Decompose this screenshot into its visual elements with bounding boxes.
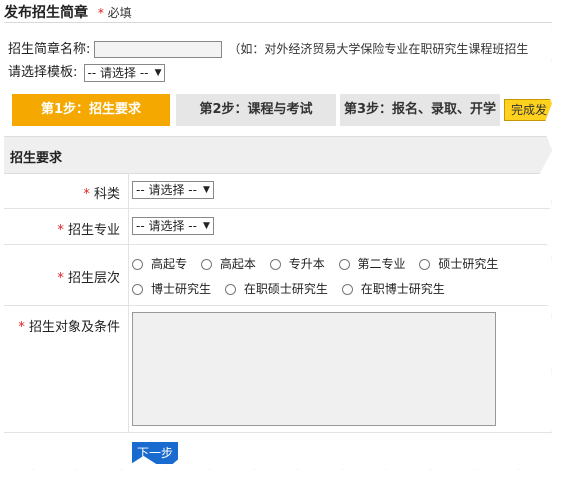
level-radio-6[interactable]: 在职硕士研究生 bbox=[224, 280, 328, 297]
level-row: * 招生层次 高起专 高起本 专升本 第二专业 硕士研究生 博士研究生 在职硕士… bbox=[4, 245, 552, 306]
radio-icon bbox=[132, 284, 143, 295]
required-mark: * bbox=[18, 320, 25, 335]
major-label-text: 招生专业 bbox=[67, 223, 120, 238]
tab-step-1[interactable]: 第1步：招生要求 bbox=[12, 94, 170, 126]
required-mark: * bbox=[57, 271, 64, 286]
name-hint: （如：对外经济贸易大学保险专业在职研究生课程班招生 bbox=[228, 42, 529, 56]
required-mark: * bbox=[97, 6, 104, 20]
level-radio-1[interactable]: 高起本 bbox=[200, 255, 256, 272]
major-select[interactable]: -- 请选择 -- ▼ bbox=[132, 217, 214, 235]
level-radio-3[interactable]: 第二专业 bbox=[338, 255, 406, 272]
finish-button[interactable]: 完成发 bbox=[504, 99, 552, 121]
brochure-name-input[interactable] bbox=[94, 41, 223, 58]
tab-step-2[interactable]: 第2步：课程与考试 bbox=[176, 94, 336, 126]
level-radio-5[interactable]: 博士研究生 bbox=[132, 280, 211, 297]
section-title: 招生要求 bbox=[10, 151, 63, 166]
subject-row: * 科类 -- 请选择 -- ▼ bbox=[4, 173, 552, 209]
subject-label: * 科类 bbox=[83, 183, 120, 202]
subject-select-value: -- 请选择 -- bbox=[136, 183, 197, 197]
major-field: -- 请选择 -- ▼ bbox=[132, 217, 214, 235]
conditions-label: * 招生对象及条件 bbox=[18, 316, 120, 335]
subject-label-cell: * 科类 bbox=[4, 173, 129, 208]
level-options: 高起专 高起本 专升本 第二专业 硕士研究生 博士研究生 在职硕士研究生 在职博… bbox=[132, 255, 552, 297]
conditions-textarea[interactable] bbox=[132, 312, 496, 426]
tab-step-3[interactable]: 第3步：报名、录取、开学 bbox=[340, 94, 500, 126]
radio-icon bbox=[269, 259, 281, 270]
major-label-cell: * 招生专业 bbox=[4, 209, 129, 244]
radio-icon bbox=[224, 284, 236, 295]
publish-form-page: 发布招生简章 * 必填 招生简章名称: （如：对外经济贸易大学保险专业在职研究生课… bbox=[0, 0, 552, 470]
required-text: 必填 bbox=[107, 6, 132, 20]
chevron-down-icon: ▼ bbox=[203, 221, 210, 231]
major-select-value: -- 请选择 -- bbox=[136, 219, 197, 233]
name-row: 招生简章名称: （如：对外经济贸易大学保险专业在职研究生课程班招生 bbox=[8, 38, 528, 58]
subject-select[interactable]: -- 请选择 -- ▼ bbox=[132, 181, 214, 199]
level-label: * 招生层次 bbox=[57, 267, 120, 286]
step-tabs: 第1步：招生要求 第2步：课程与考试 第3步：报名、录取、开学 完成发 bbox=[4, 94, 552, 130]
level-radio-2[interactable]: 专升本 bbox=[269, 255, 325, 272]
level-radio-0[interactable]: 高起专 bbox=[132, 255, 187, 272]
level-label-text: 招生层次 bbox=[67, 271, 120, 286]
radio-icon bbox=[132, 259, 143, 270]
radio-icon bbox=[338, 259, 350, 270]
name-label: 招生简章名称: bbox=[8, 42, 91, 57]
next-step-button[interactable]: 下一步 bbox=[132, 442, 178, 464]
radio-icon bbox=[419, 259, 431, 270]
major-label: * 招生专业 bbox=[57, 219, 120, 238]
chevron-down-icon: ▼ bbox=[154, 67, 162, 78]
conditions-label-cell: * 招生对象及条件 bbox=[4, 306, 129, 432]
required-mark: * bbox=[83, 187, 90, 202]
page-header: 发布招生简章 * 必填 bbox=[4, 2, 132, 21]
subject-field: -- 请选择 -- ▼ bbox=[132, 181, 214, 199]
chevron-down-icon: ▼ bbox=[203, 185, 210, 195]
radio-icon bbox=[200, 259, 212, 270]
template-label: 请选择模板: bbox=[8, 65, 78, 80]
major-row: * 招生专业 -- 请选择 -- ▼ bbox=[4, 209, 552, 245]
title-divider bbox=[4, 22, 552, 23]
subject-label-text: 科类 bbox=[93, 187, 120, 202]
radio-icon bbox=[341, 284, 353, 295]
level-radio-7[interactable]: 在职博士研究生 bbox=[341, 280, 445, 297]
page-title: 发布招生简章 bbox=[4, 5, 88, 21]
template-select-value: -- 请选择 -- bbox=[87, 65, 149, 80]
template-row: 请选择模板: -- 请选择 -- ▼ bbox=[8, 61, 166, 82]
required-mark: * bbox=[57, 223, 64, 238]
level-radio-4[interactable]: 硕士研究生 bbox=[419, 255, 498, 272]
level-label-cell: * 招生层次 bbox=[4, 245, 129, 305]
template-select[interactable]: -- 请选择 -- ▼ bbox=[83, 63, 166, 82]
section-header: 招生要求 bbox=[4, 136, 552, 174]
conditions-label-text: 招生对象及条件 bbox=[28, 320, 120, 335]
